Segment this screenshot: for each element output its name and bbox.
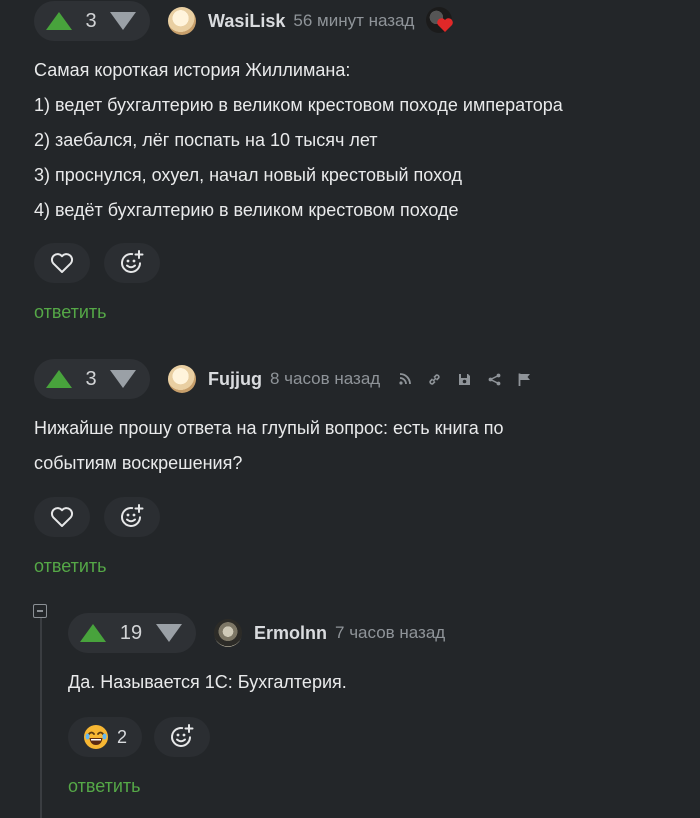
comment-line: 3) проснулся, охуел, начал новый крестов…	[34, 165, 463, 185]
comment-time[interactable]: 8 часов назад	[270, 369, 380, 389]
upvote-icon[interactable]	[80, 624, 106, 642]
vote-score: 3	[85, 9, 97, 32]
vote-score: 19	[119, 621, 143, 644]
add-reaction-button[interactable]	[154, 717, 210, 757]
share-icon[interactable]	[487, 372, 502, 387]
thread-line[interactable]	[40, 618, 42, 818]
heart-icon	[50, 507, 74, 527]
comment-header: 3 Fujjug 8 часов назад	[34, 359, 532, 399]
comment-body: Да. Называется 1С: Бухгалтерия.	[68, 665, 668, 700]
comment-tools	[398, 372, 532, 387]
downvote-icon[interactable]	[156, 624, 182, 642]
comment-line: 4) ведёт бухгалтерию в великом крестовом…	[34, 200, 459, 220]
link-icon[interactable]	[427, 372, 442, 387]
reply-link[interactable]: ответить	[34, 302, 107, 323]
avatar[interactable]	[214, 619, 242, 647]
downvote-icon[interactable]	[110, 12, 136, 30]
comment-body: Самая короткая история Жиллимана: 1) вед…	[34, 53, 674, 228]
vote-widget: 19	[68, 613, 196, 653]
vote-score: 3	[85, 367, 97, 390]
comment-body: Нижайше прошу ответа на глупый вопрос: е…	[34, 411, 674, 481]
comment-line: событиям воскрешения?	[34, 453, 243, 473]
reaction-count: 2	[116, 726, 127, 747]
like-button[interactable]	[34, 243, 90, 283]
avatar[interactable]	[168, 365, 196, 393]
heart-icon	[50, 253, 74, 273]
reply-link[interactable]: ответить	[68, 776, 141, 797]
comment-time[interactable]: 7 часов назад	[335, 623, 445, 643]
add-reaction-icon	[121, 250, 144, 273]
heart-badge-icon	[426, 7, 454, 35]
vote-widget: 3	[34, 359, 150, 399]
comment-line: Да. Называется 1С: Бухгалтерия.	[68, 672, 347, 692]
comment-line: 1) ведет бухгалтерию в великом крестовом…	[34, 95, 563, 115]
add-reaction-icon	[171, 724, 194, 747]
author-name[interactable]: WasiLisk	[208, 11, 285, 32]
comment-line: Самая короткая история Жиллимана:	[34, 60, 351, 80]
reaction-laugh-button[interactable]: 2	[68, 717, 142, 757]
comment-time[interactable]: 56 минут назад	[293, 11, 414, 31]
comment-header: 19 Ermolnn 7 часов назад	[68, 613, 445, 653]
comment-line: Нижайше прошу ответа на глупый вопрос: е…	[34, 418, 504, 438]
save-icon[interactable]	[457, 372, 472, 387]
like-button[interactable]	[34, 497, 90, 537]
avatar[interactable]	[168, 7, 196, 35]
reply-link[interactable]: ответить	[34, 556, 107, 577]
author-name[interactable]: Ermolnn	[254, 623, 327, 644]
add-reaction-button[interactable]	[104, 243, 160, 283]
collapse-thread-button[interactable]	[33, 604, 47, 618]
comment-line: 2) заебался, лёг поспать на 10 тысяч лет	[34, 130, 378, 150]
add-reaction-button[interactable]	[104, 497, 160, 537]
comment-header: 3 WasiLisk 56 минут назад	[34, 1, 454, 41]
downvote-icon[interactable]	[110, 370, 136, 388]
add-reaction-icon	[121, 504, 144, 527]
author-name[interactable]: Fujjug	[208, 369, 262, 390]
vote-widget: 3	[34, 1, 150, 41]
flag-icon[interactable]	[517, 372, 532, 387]
upvote-icon[interactable]	[46, 12, 72, 30]
laughing-emoji-icon	[83, 725, 108, 749]
upvote-icon[interactable]	[46, 370, 72, 388]
rss-icon[interactable]	[398, 372, 412, 386]
